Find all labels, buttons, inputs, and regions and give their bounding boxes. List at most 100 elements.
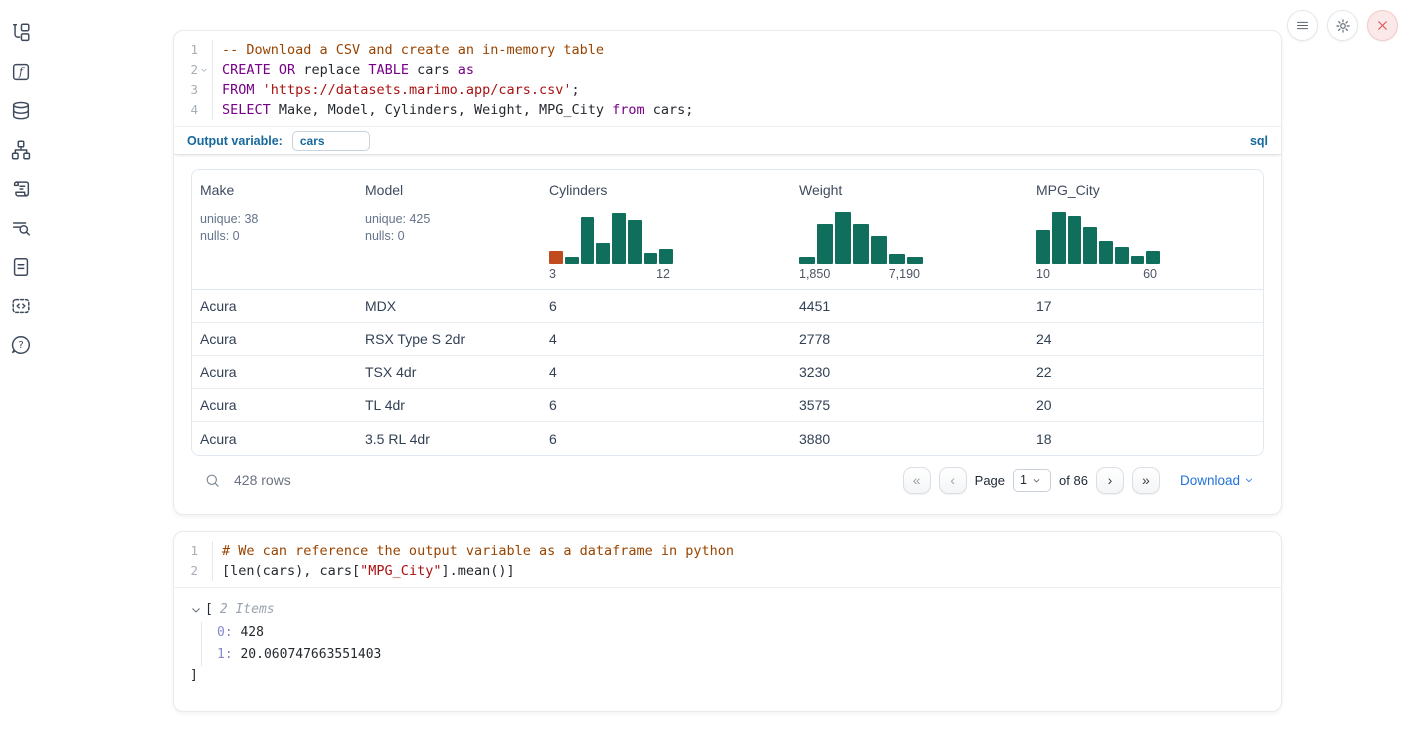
logs-search-icon[interactable] bbox=[8, 215, 34, 241]
histogram-bar[interactable] bbox=[581, 217, 595, 264]
shutdown-button[interactable] bbox=[1367, 10, 1398, 41]
code-line[interactable]: 1# We can reference the output variable … bbox=[174, 541, 1281, 561]
histogram-bar[interactable] bbox=[1131, 256, 1145, 264]
python-cell: 1# We can reference the output variable … bbox=[173, 531, 1282, 712]
histogram-bar[interactable] bbox=[549, 251, 563, 264]
line-number: 1 bbox=[174, 40, 198, 60]
python-code-editor[interactable]: 1# We can reference the output variable … bbox=[174, 532, 1281, 588]
column-header-model[interactable]: Model unique: 425 nulls: 0 bbox=[357, 170, 541, 289]
histogram-bar[interactable] bbox=[1083, 227, 1097, 264]
sql-output-area: Make unique: 38 nulls: 0 Model unique: 4… bbox=[174, 155, 1281, 512]
table-cell: TL 4dr bbox=[357, 397, 541, 413]
sql-code-editor[interactable]: 1 -- Download a CSV and create an in-memo… bbox=[174, 31, 1281, 126]
help-icon[interactable]: ? bbox=[8, 332, 34, 358]
histogram-bar[interactable] bbox=[659, 249, 673, 264]
mpg-city-histogram[interactable]: 10 60 bbox=[1036, 209, 1160, 281]
line-number: 2 bbox=[174, 60, 198, 80]
histogram-bar[interactable] bbox=[644, 253, 658, 264]
table-cell: Acura bbox=[192, 397, 357, 413]
table-row[interactable]: AcuraMDX6445117 bbox=[192, 290, 1263, 323]
svg-text:f: f bbox=[18, 66, 25, 79]
table-cell: 18 bbox=[1028, 431, 1263, 447]
histogram-bar[interactable] bbox=[889, 254, 905, 264]
table-row[interactable]: Acura3.5 RL 4dr6388018 bbox=[192, 422, 1263, 455]
fold-spacer bbox=[198, 100, 210, 120]
histogram-bar[interactable] bbox=[907, 257, 923, 264]
table-cell: RSX Type S 2dr bbox=[357, 331, 541, 347]
histogram-bar[interactable] bbox=[799, 257, 815, 264]
code-line[interactable]: 2CREATE OR replace TABLE cars as bbox=[174, 60, 1281, 80]
snippets-icon[interactable] bbox=[8, 176, 34, 202]
nulls-stat: nulls: 0 bbox=[200, 228, 349, 245]
histogram-bar[interactable] bbox=[596, 243, 610, 264]
first-page-button[interactable]: « bbox=[903, 467, 931, 494]
table-cell: TSX 4dr bbox=[357, 364, 541, 380]
table-cell: Acura bbox=[192, 364, 357, 380]
code-line[interactable]: 3 FROM 'https://datasets.marimo.app/cars.… bbox=[174, 80, 1281, 100]
histogram-bar[interactable] bbox=[817, 224, 833, 264]
file-explorer-icon[interactable] bbox=[8, 20, 34, 46]
table-cell: 2778 bbox=[791, 331, 1028, 347]
histogram-bar[interactable] bbox=[1036, 230, 1050, 264]
histogram-bar[interactable] bbox=[1052, 212, 1066, 264]
tree-entry: 0: 428 bbox=[217, 622, 1263, 644]
nulls-stat: nulls: 0 bbox=[365, 228, 533, 245]
line-number: 3 bbox=[174, 80, 198, 100]
total-pages-label: of 86 bbox=[1059, 473, 1088, 488]
column-header-mpg-city[interactable]: MPG_City 10 60 bbox=[1028, 170, 1263, 289]
dependency-graph-icon[interactable] bbox=[8, 137, 34, 163]
column-header-weight[interactable]: Weight 1,850 7,190 bbox=[791, 170, 1028, 289]
code-text: -- Download a CSV and create an in-memor… bbox=[212, 40, 1281, 60]
histogram-bar[interactable] bbox=[1099, 241, 1113, 264]
histogram-bar[interactable] bbox=[612, 213, 626, 264]
table-row[interactable]: AcuraTL 4dr6357520 bbox=[192, 389, 1263, 422]
datasources-icon[interactable] bbox=[8, 98, 34, 124]
tree-collapse-icon[interactable] bbox=[190, 604, 202, 616]
page-select[interactable]: 1 bbox=[1013, 469, 1051, 492]
settings-button[interactable] bbox=[1327, 10, 1358, 41]
histogram-bar[interactable] bbox=[628, 220, 642, 264]
table-cell: Acura bbox=[192, 331, 357, 347]
hist-axis-max: 12 bbox=[656, 267, 670, 281]
code-text: [len(cars), cars["MPG_City"].mean()] bbox=[212, 561, 1281, 581]
search-button[interactable] bbox=[198, 466, 226, 494]
fold-chevron-icon[interactable] bbox=[198, 60, 210, 80]
chevron-down-icon bbox=[1032, 476, 1041, 485]
output-variable-label: Output variable: bbox=[187, 134, 283, 148]
histogram-bar[interactable] bbox=[853, 224, 869, 264]
histogram-bar[interactable] bbox=[835, 212, 851, 264]
prev-page-button[interactable]: ‹ bbox=[939, 467, 967, 494]
histogram-bar[interactable] bbox=[565, 257, 579, 264]
next-page-button[interactable]: › bbox=[1096, 467, 1124, 494]
code-line[interactable]: 1 -- Download a CSV and create an in-memo… bbox=[174, 40, 1281, 60]
last-page-button[interactable]: » bbox=[1132, 467, 1160, 494]
column-header-make[interactable]: Make unique: 38 nulls: 0 bbox=[192, 170, 357, 289]
outputs-code-icon[interactable] bbox=[8, 293, 34, 319]
histogram-bar[interactable] bbox=[871, 236, 887, 264]
hist-axis-max: 7,190 bbox=[889, 267, 920, 281]
unique-stat: unique: 38 bbox=[200, 211, 349, 228]
output-variable-input[interactable] bbox=[292, 131, 370, 151]
svg-text:?: ? bbox=[18, 340, 23, 351]
close-icon bbox=[1376, 19, 1389, 32]
histogram-bar[interactable] bbox=[1068, 216, 1082, 264]
histogram-bar[interactable] bbox=[1146, 251, 1160, 264]
cylinders-histogram[interactable]: 3 12 bbox=[549, 209, 673, 281]
code-line[interactable]: 4SELECT Make, Model, Cylinders, Weight, … bbox=[174, 100, 1281, 120]
fold-spacer bbox=[198, 40, 210, 60]
table-row[interactable]: AcuraTSX 4dr4323022 bbox=[192, 356, 1263, 389]
code-text: FROM 'https://datasets.marimo.app/cars.c… bbox=[212, 80, 1281, 100]
variables-icon[interactable]: f bbox=[8, 59, 34, 85]
tree-entry-index: 1: bbox=[217, 647, 233, 662]
documentation-icon[interactable] bbox=[8, 254, 34, 280]
table-cell: 20 bbox=[1028, 397, 1263, 413]
code-line[interactable]: 2[len(cars), cars["MPG_City"].mean()] bbox=[174, 561, 1281, 581]
fold-spacer bbox=[198, 541, 210, 561]
menu-button[interactable] bbox=[1287, 10, 1318, 41]
histogram-bar[interactable] bbox=[1115, 247, 1129, 264]
download-button[interactable]: Download bbox=[1180, 473, 1254, 488]
weight-histogram[interactable]: 1,850 7,190 bbox=[799, 209, 923, 281]
table-row[interactable]: AcuraRSX Type S 2dr4277824 bbox=[192, 323, 1263, 356]
column-header-cylinders[interactable]: Cylinders 3 12 bbox=[541, 170, 791, 289]
chevron-down-icon bbox=[1244, 475, 1254, 485]
